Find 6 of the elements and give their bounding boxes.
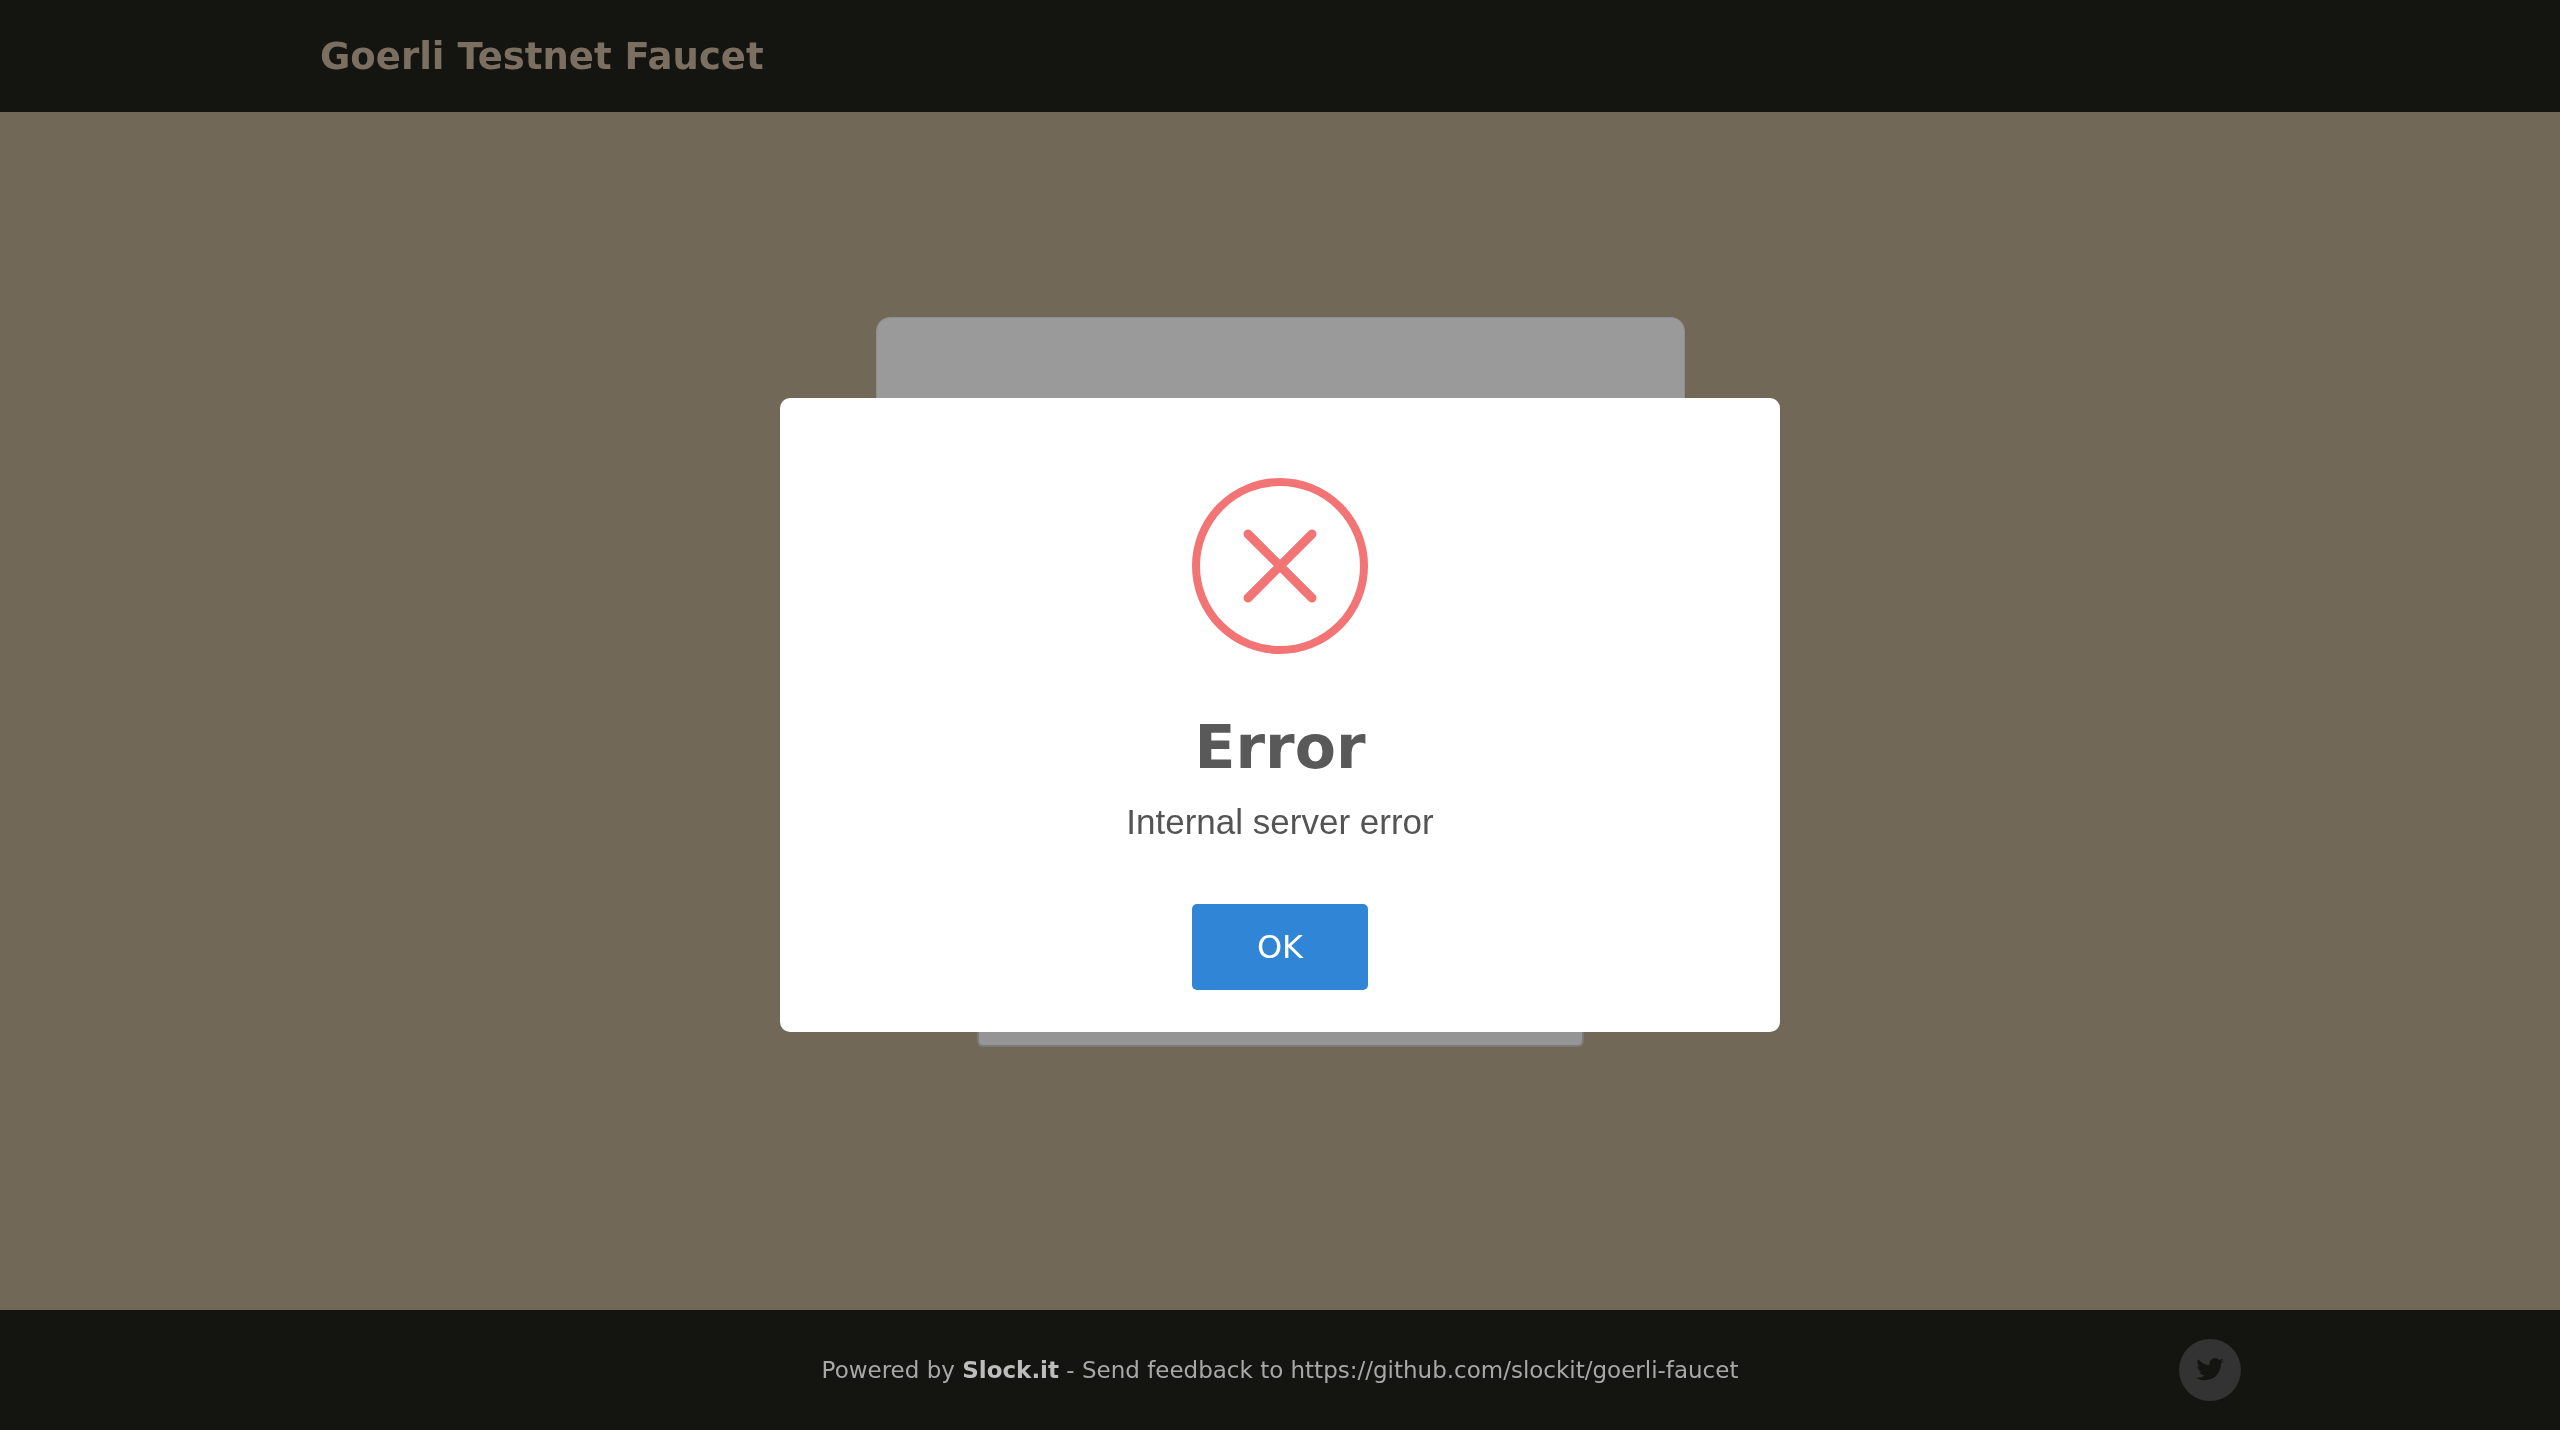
error-icon bbox=[1190, 476, 1370, 656]
footer-text: Powered by Slock.it - Send feedback to https://github.com/slockit/goerli-faucet bbox=[821, 1357, 1739, 1383]
dialog-message: Internal server error bbox=[1126, 802, 1434, 842]
site-title: Goerli Testnet Faucet bbox=[320, 34, 764, 78]
dialog-title: Error bbox=[1194, 714, 1366, 780]
ok-button[interactable]: OK bbox=[1192, 904, 1368, 990]
